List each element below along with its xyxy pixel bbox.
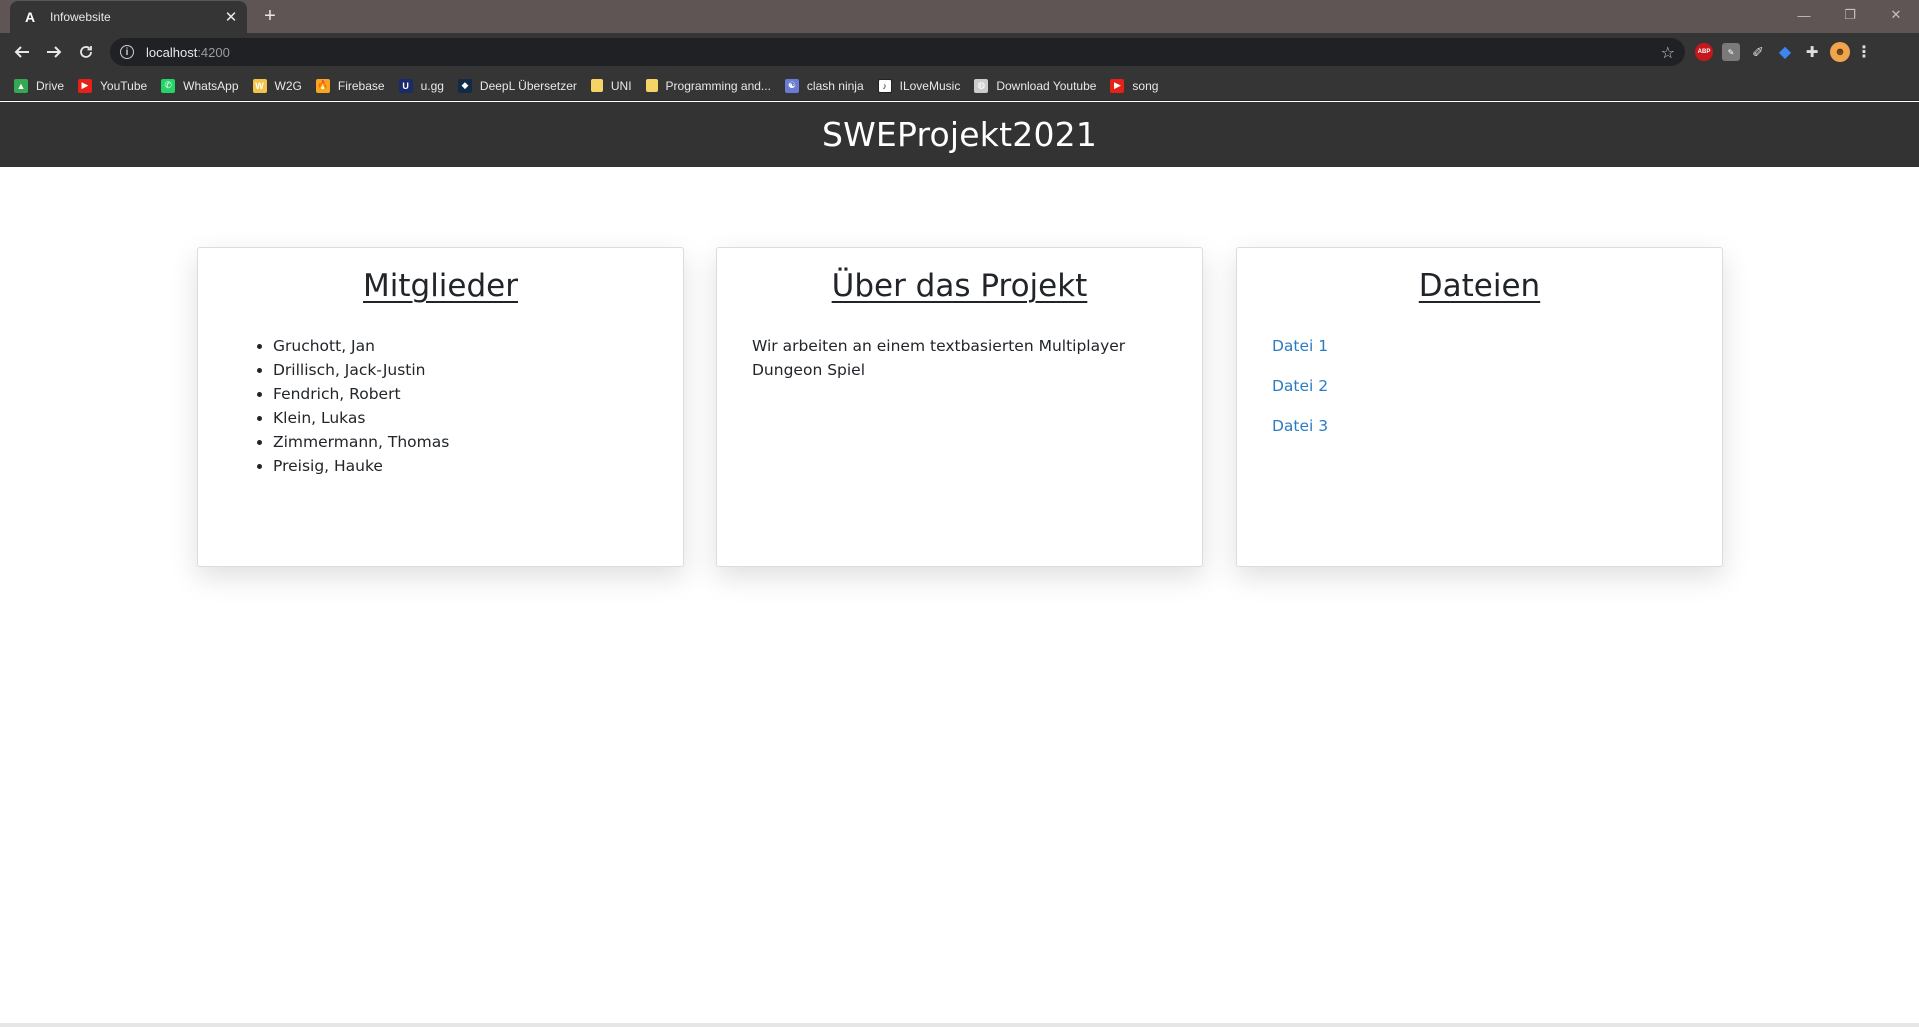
bookmark-label: DeepL Übersetzer [479,78,577,93]
bookmark-clash-ninja[interactable]: ☯ clash ninja [784,78,864,93]
bookmark-uni[interactable]: UNI [590,78,632,93]
bookmark-ilovemusic[interactable]: ♪ ILoveMusic [877,78,961,93]
pen-extension-icon[interactable]: ✐ [1749,43,1767,61]
folder-icon [645,79,658,92]
bookmark-drive[interactable]: ▲ Drive [14,78,65,93]
bookmark-star-icon[interactable]: ☆ [1661,43,1675,63]
youtube-icon: ▶ [78,78,93,93]
address-bar[interactable]: i localhost:4200 ☆ [110,38,1685,66]
tab-close-icon[interactable]: ✕ [223,8,239,26]
arrow-left-icon [14,46,29,58]
globe-icon: ◍ [974,78,989,93]
tab-title: Infowebsite [50,10,111,24]
files-title: Dateien [1418,268,1541,304]
extension-gray-icon[interactable]: ✎ [1722,43,1740,61]
angular-favicon-icon: A [24,9,36,25]
bookmark-label: UNI [610,78,632,93]
clash-ninja-icon: ☯ [784,78,799,93]
forward-button[interactable] [40,38,68,66]
browser-tab-active[interactable]: A Infowebsite ✕ [10,1,247,33]
member-item: Zimmermann, Thomas [273,430,683,454]
about-text: Wir arbeiten an einem textbasierten Mult… [752,337,1126,379]
arrow-right-icon [47,46,62,58]
bookmark-label: Download Youtube [996,78,1097,93]
extensions-area: ABP ✎ ✐ ◆ ✚ ☻ ⋮ [1695,38,1872,66]
browser-menu-icon[interactable]: ⋮ [1856,43,1872,61]
bookmark-whatsapp[interactable]: ✆ WhatsApp [161,78,239,93]
bookmark-u-gg[interactable]: Uu.gg [398,78,444,93]
restore-button[interactable]: ❐ [1827,0,1873,30]
drop-extension-icon[interactable]: ◆ [1776,43,1794,61]
site-header: SWEProjekt2021 [0,102,1919,167]
bookmarks-bar: ▲ Drive ▶ YouTube ✆ WhatsApp W W2G 🔥 Firebase Uu.g… [0,71,1919,101]
member-item: Preisig, Hauke [273,454,683,478]
member-item: Klein, Lukas [273,406,683,430]
window-controls: — ❐ ✕ [1781,0,1919,30]
ilovemusic-icon: ♪ [877,78,892,93]
about-title: Über das Projekt [831,268,1088,304]
browser-toolbar: i localhost:4200 ☆ ABP ✎ ✐ ◆ ✚ ☻ ⋮ [0,33,1919,71]
bookmark-w2g[interactable]: W W2G [252,78,302,93]
member-item: Gruchott, Jan [273,334,683,358]
files-list: Datei 1 Datei 2 Datei 3 [1237,334,1722,438]
reload-button[interactable] [72,38,100,66]
bookmark-song[interactable]: ▶ song [1110,78,1159,93]
browser-tab-strip: A Infowebsite ✕ + — ❐ ✕ [0,0,1919,33]
member-item: Fendrich, Robert [273,382,683,406]
drive-icon: ▲ [14,78,28,93]
bookmark-programming-and[interactable]: Programming and... [645,78,771,93]
bookmark-youtube[interactable]: ▶ YouTube [78,78,148,93]
bookmark-label: Drive [36,78,65,93]
file-link-3[interactable]: Datei 3 [1272,414,1722,438]
bookmark-firebase[interactable]: 🔥 Firebase [315,78,385,93]
about-card: Über das Projekt Wir arbeiten an einem t… [716,247,1203,567]
reload-icon [80,46,92,58]
deepl-icon: ◆ [457,78,472,93]
url-host: localhost [146,44,198,60]
bookmark-label: YouTube [100,78,148,93]
minimize-button[interactable]: — [1781,0,1827,30]
files-card: Dateien Datei 1 Datei 2 Datei 3 [1236,247,1723,567]
members-card: Mitglieder Gruchott, Jan Drillisch, Jack… [197,247,684,567]
member-item: Drillisch, Jack-Justin [273,358,683,382]
bookmark-label: WhatsApp [183,78,239,93]
url-text: localhost:4200 [146,45,230,60]
youtube-icon: ▶ [1110,78,1125,93]
bookmark-label: clash ninja [806,78,864,93]
bookmark-label: song [1132,78,1159,93]
extensions-puzzle-icon[interactable]: ✚ [1803,43,1821,61]
close-window-button[interactable]: ✕ [1873,0,1919,30]
members-list: Gruchott, Jan Drillisch, Jack-Justin Fen… [198,334,683,478]
bookmark-label: Firebase [337,78,385,93]
bookmark-download-youtube[interactable]: ◍ Download Youtube [974,78,1097,93]
folder-icon [590,79,603,92]
url-port: :4200 [197,44,230,60]
new-tab-button[interactable]: + [259,5,281,27]
firebase-icon: 🔥 [315,78,330,93]
site-title: SWEProjekt2021 [821,115,1098,154]
whatsapp-icon: ✆ [161,78,176,93]
bookmark-label: u.gg [420,78,444,93]
window-bottom-edge [0,1023,1919,1027]
back-button[interactable] [8,38,36,66]
ugg-icon: U [398,78,413,93]
file-link-2[interactable]: Datei 2 [1272,374,1722,398]
w2g-icon: W [252,78,267,93]
profile-avatar-icon[interactable]: ☻ [1830,42,1850,62]
adblock-plus-icon[interactable]: ABP [1695,43,1713,61]
bookmark-label: W2G [274,78,302,93]
site-info-icon[interactable]: i [120,45,134,59]
bookmark-label: ILoveMusic [899,78,961,93]
members-title: Mitglieder [363,268,518,304]
bookmark-deepl-übersetzer[interactable]: ◆ DeepL Übersetzer [457,78,577,93]
file-link-1[interactable]: Datei 1 [1272,334,1722,358]
bookmark-label: Programming and... [665,78,771,93]
